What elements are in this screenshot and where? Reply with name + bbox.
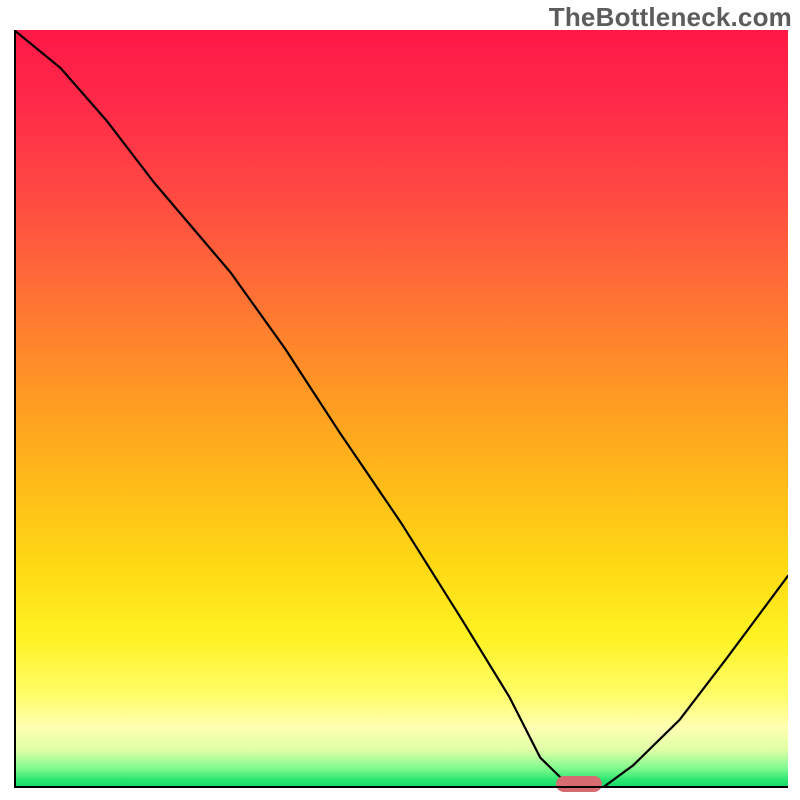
chart-plot-area (14, 30, 788, 788)
chart-curve (14, 30, 788, 788)
chart-optimal-marker (556, 776, 602, 791)
watermark-text: TheBottleneck.com (549, 2, 792, 33)
